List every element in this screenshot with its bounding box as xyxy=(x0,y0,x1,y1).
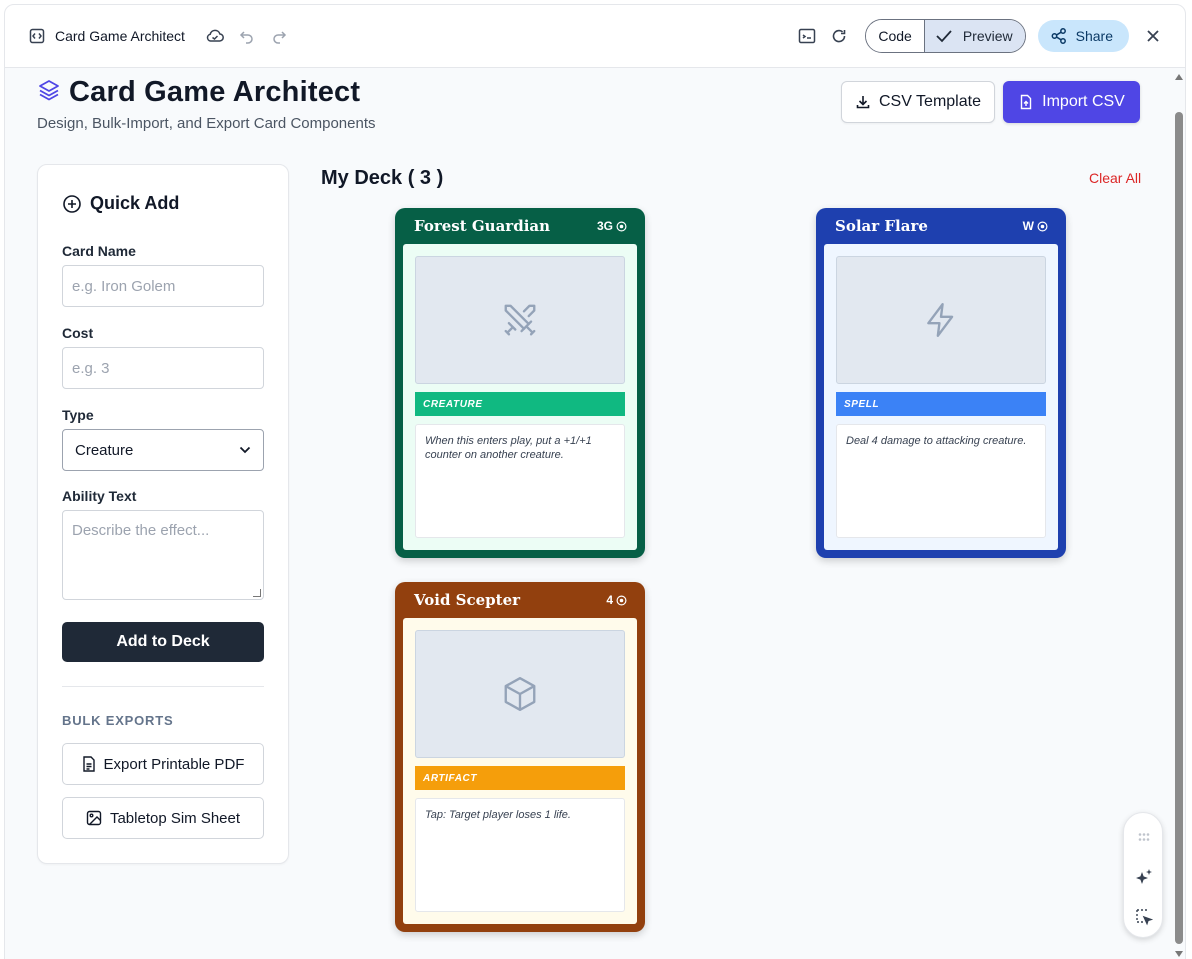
sparkle-icon[interactable] xyxy=(1134,867,1154,887)
preview-frame: Card Game Architect Design, Bulk-Import,… xyxy=(4,68,1186,959)
share-label: Share xyxy=(1075,28,1113,44)
tabletop-sheet-label: Tabletop Sim Sheet xyxy=(109,809,241,827)
code-tab[interactable]: Code xyxy=(866,20,924,52)
app-top-bar: Card Game Architect Code Preview Share xyxy=(4,4,1186,68)
ability-textarea[interactable]: Describe the effect... xyxy=(62,510,264,600)
card-cost-value: 3G xyxy=(596,219,613,233)
terminal-icon[interactable] xyxy=(791,20,823,52)
card-header: Solar Flare W xyxy=(816,208,1066,244)
card-art xyxy=(836,256,1046,384)
card-void-scepter[interactable]: Void Scepter 4 ARTIFACT Tap: Target play… xyxy=(395,582,645,932)
scroll-up-arrow[interactable] xyxy=(1175,74,1183,80)
card-cost-value: W xyxy=(1022,219,1034,233)
add-to-deck-button[interactable]: Add to Deck xyxy=(62,622,264,662)
scrollbar[interactable] xyxy=(1173,68,1185,959)
card-art xyxy=(415,630,625,758)
card-name: Solar Flare xyxy=(835,217,928,235)
quick-add-heading: Quick Add xyxy=(62,193,179,214)
app-title: Card Game Architect xyxy=(55,28,185,44)
preview-tab[interactable]: Preview xyxy=(923,20,1025,52)
card-type-bar: ARTIFACT xyxy=(415,766,625,790)
share-icon xyxy=(1051,28,1066,44)
card-name-label: Card Name xyxy=(62,243,136,259)
card-type-bar: CREATURE xyxy=(415,392,625,416)
preview-tab-label: Preview xyxy=(962,28,1013,44)
refresh-icon[interactable] xyxy=(823,20,855,52)
card-cost: W xyxy=(1023,219,1048,233)
card-header: Void Scepter 4 xyxy=(395,582,645,618)
card-name: Void Scepter xyxy=(414,591,521,609)
card-ability-text: When this enters play, put a +1/+1 count… xyxy=(415,424,625,538)
bulk-exports-heading: BULK EXPORTS xyxy=(62,713,174,728)
csv-template-button[interactable]: CSV Template xyxy=(841,81,995,123)
close-icon[interactable] xyxy=(1137,20,1169,52)
share-button[interactable]: Share xyxy=(1037,20,1129,52)
cost-label: Cost xyxy=(62,325,94,341)
import-csv-label: Import CSV xyxy=(1042,93,1125,110)
type-select-value: Creature xyxy=(75,441,134,459)
lightning-icon xyxy=(927,302,954,338)
image-icon xyxy=(86,810,102,826)
chevron-down-icon xyxy=(239,446,251,454)
type-select[interactable]: Creature xyxy=(62,429,264,471)
download-icon xyxy=(856,96,870,109)
card-art xyxy=(415,256,625,384)
document-icon xyxy=(82,756,95,772)
export-pdf-button[interactable]: Export Printable PDF xyxy=(62,743,264,785)
view-mode-toggle: Code Preview xyxy=(865,19,1026,53)
divider xyxy=(62,686,264,687)
import-csv-button[interactable]: Import CSV xyxy=(1003,81,1140,123)
card-ability-text: Deal 4 damage to attacking creature. xyxy=(836,424,1046,538)
drag-handle-icon[interactable] xyxy=(1134,827,1154,847)
plus-circle-icon xyxy=(63,194,81,213)
cost-input[interactable]: e.g. 3 xyxy=(62,347,264,389)
export-pdf-label: Export Printable PDF xyxy=(103,755,245,773)
select-element-icon[interactable] xyxy=(1134,907,1154,927)
file-upload-icon xyxy=(1020,94,1032,110)
card-ability-text: Tap: Target player loses 1 life. xyxy=(415,798,625,912)
card-type-bar: SPELL xyxy=(836,392,1046,416)
card-body: ARTIFACT Tap: Target player loses 1 life… xyxy=(403,618,637,924)
page-header: Card Game Architect Design, Bulk-Import,… xyxy=(37,76,376,132)
mana-circle-icon xyxy=(616,595,627,605)
layers-icon xyxy=(37,78,61,107)
card-cost-value: 4 xyxy=(606,593,613,607)
redo-icon[interactable] xyxy=(263,20,295,52)
page-title: Card Game Architect xyxy=(69,76,361,108)
cube-icon xyxy=(504,676,536,712)
csv-template-label: CSV Template xyxy=(879,93,981,110)
cloud-save-icon[interactable] xyxy=(199,20,231,52)
card-forest-guardian[interactable]: Forest Guardian 3G CREATURE When this en… xyxy=(395,208,645,558)
card-solar-flare[interactable]: Solar Flare W SPELL Deal 4 damage to att… xyxy=(816,208,1066,558)
card-cost: 4 xyxy=(606,593,627,607)
code-bracket-icon xyxy=(25,24,49,48)
clear-all-button[interactable]: Clear All xyxy=(1089,170,1141,186)
type-label: Type xyxy=(62,407,94,423)
tabletop-sheet-button[interactable]: Tabletop Sim Sheet xyxy=(62,797,264,839)
deck-title: My Deck ( 3 ) xyxy=(321,167,444,189)
card-body: CREATURE When this enters play, put a +1… xyxy=(403,244,637,550)
mana-circle-icon xyxy=(1037,221,1048,231)
quick-add-title: Quick Add xyxy=(90,193,180,213)
page-subtitle: Design, Bulk-Import, and Export Card Com… xyxy=(37,115,376,132)
ability-label: Ability Text xyxy=(62,488,137,504)
check-icon xyxy=(936,30,952,43)
card-header: Forest Guardian 3G xyxy=(395,208,645,244)
ability-placeholder: Describe the effect... xyxy=(72,522,210,539)
undo-icon[interactable] xyxy=(231,20,263,52)
swords-icon xyxy=(504,304,536,336)
card-name-input[interactable]: e.g. Iron Golem xyxy=(62,265,264,307)
scroll-down-arrow[interactable] xyxy=(1175,951,1183,957)
quick-add-panel: Quick Add Card Name e.g. Iron Golem Cost… xyxy=(37,164,289,864)
resize-handle[interactable] xyxy=(253,589,261,597)
mana-circle-icon xyxy=(616,221,627,231)
card-cost: 3G xyxy=(597,219,627,233)
card-name: Forest Guardian xyxy=(414,217,551,235)
scroll-thumb[interactable] xyxy=(1175,112,1183,944)
floating-toolbar xyxy=(1123,812,1163,938)
card-body: SPELL Deal 4 damage to attacking creatur… xyxy=(824,244,1058,550)
